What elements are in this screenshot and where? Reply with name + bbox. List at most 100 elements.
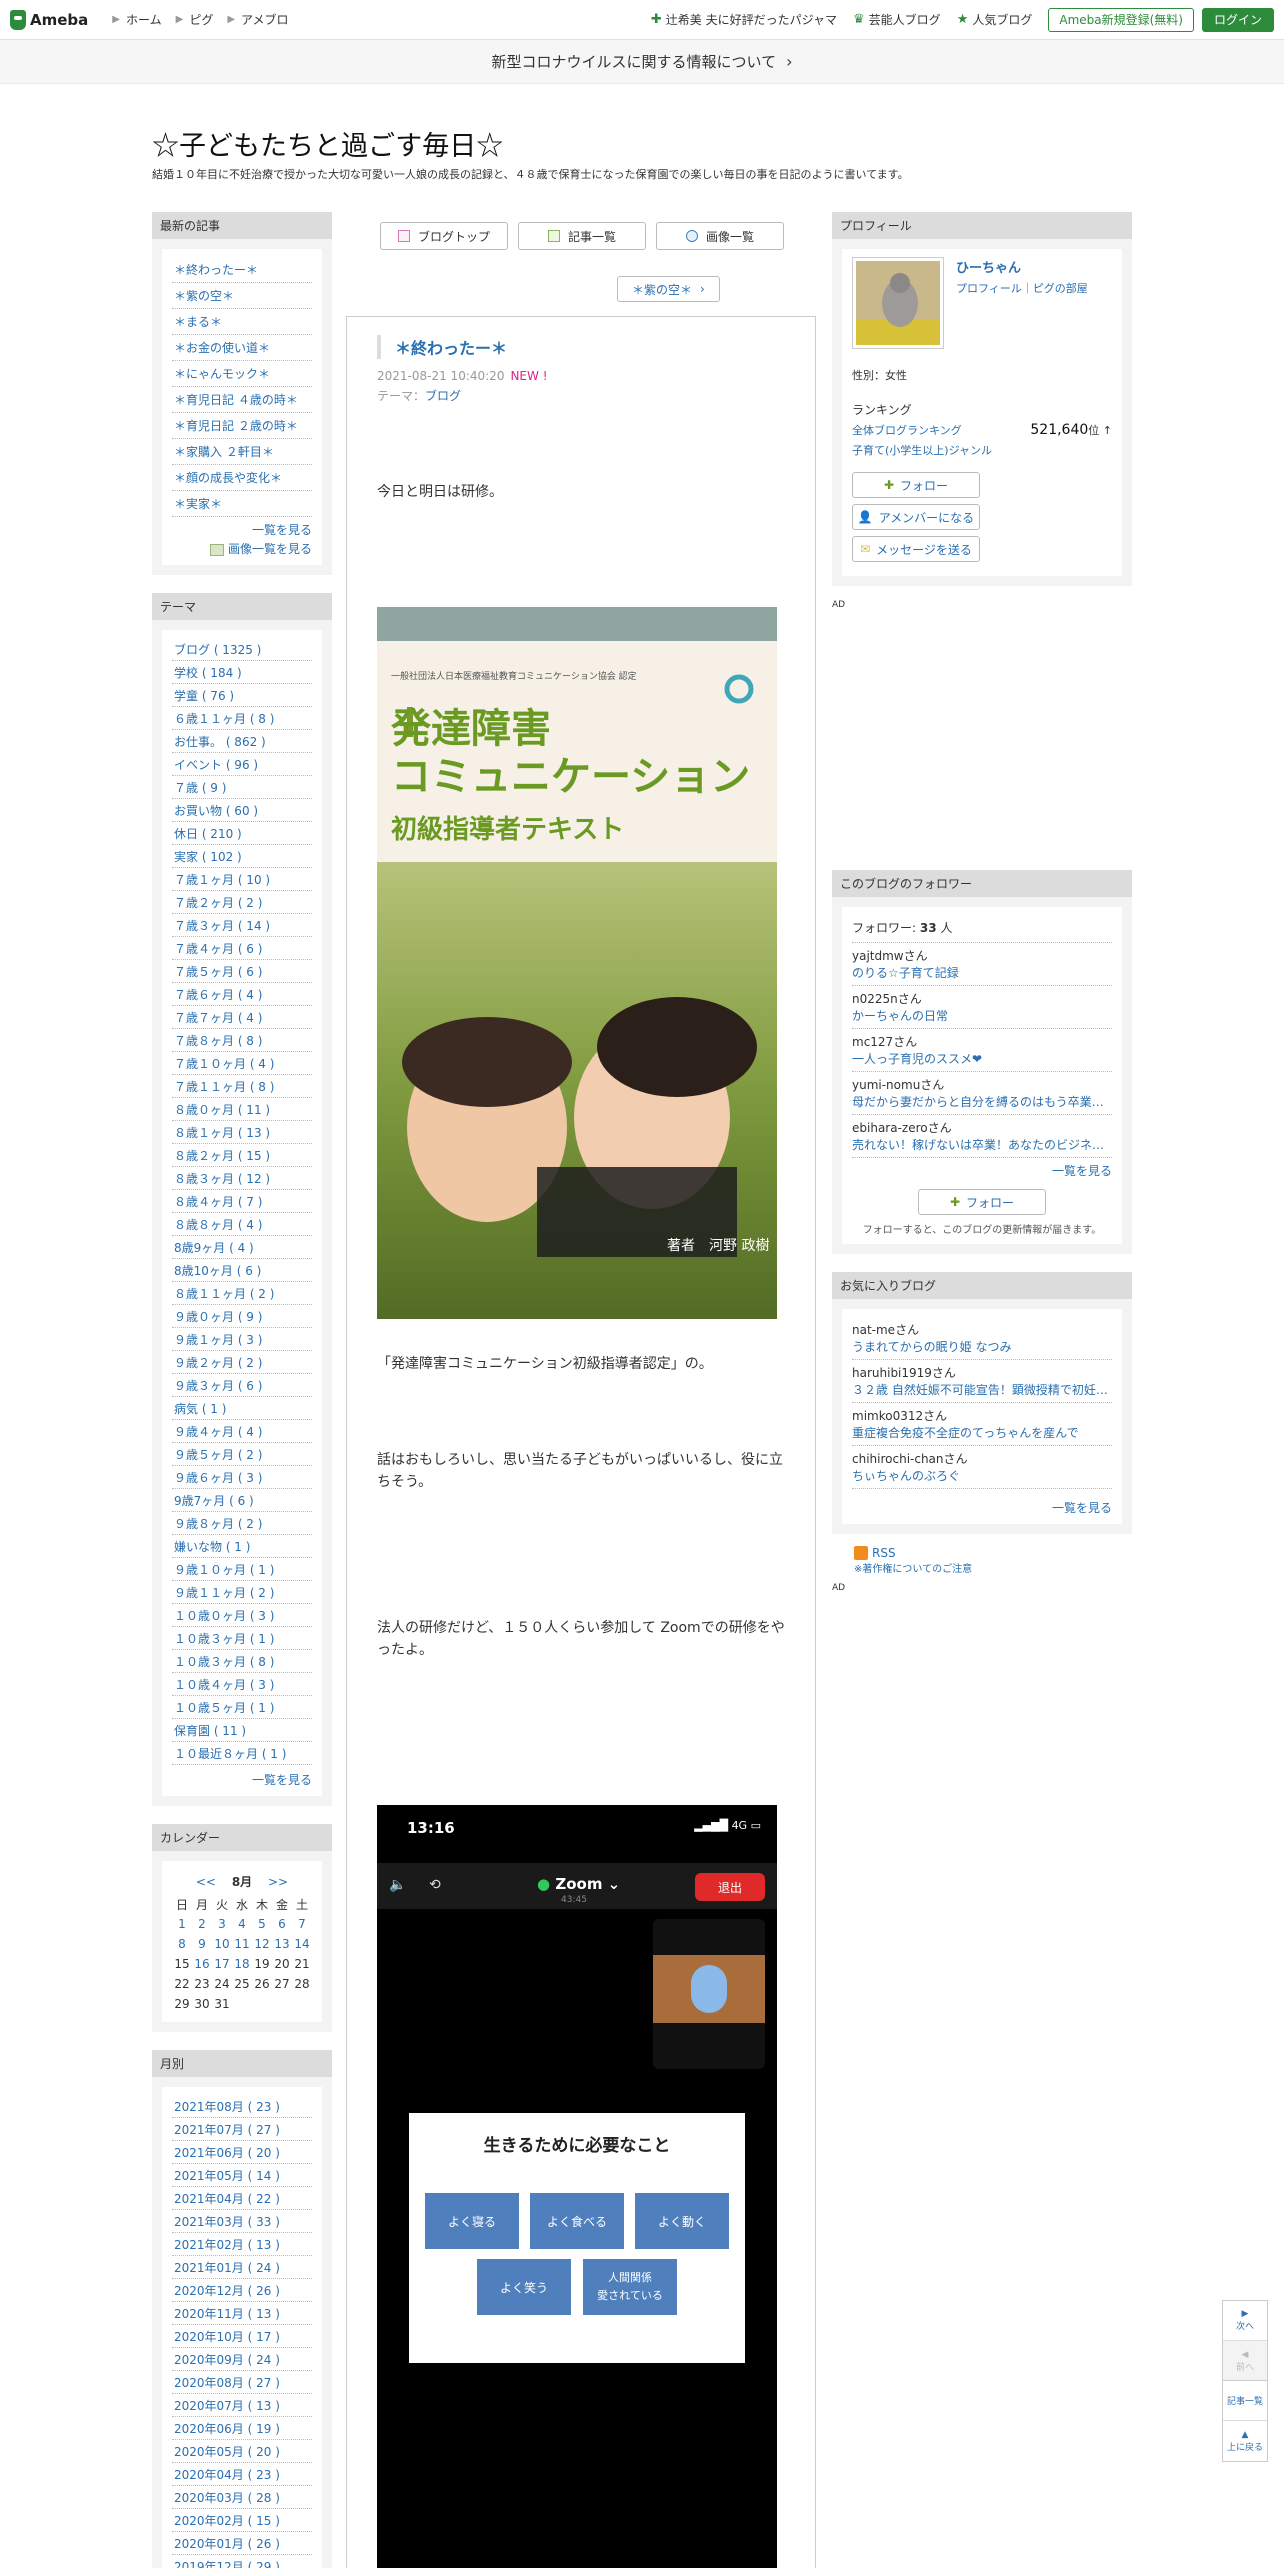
monthly-item[interactable]: 2021年07月 ( 27 ) — [172, 2118, 312, 2141]
theme-item-link[interactable]: ７歳５ヶ月 ( 6 ) — [174, 965, 262, 979]
theme-item[interactable]: ７歳８ヶ月 ( 8 ) — [172, 1029, 312, 1052]
monthly-item[interactable]: 2020年04月 ( 23 ) — [172, 2463, 312, 2486]
monthly-item[interactable]: 2020年05月 ( 20 ) — [172, 2440, 312, 2463]
theme-item[interactable]: １０歳０ヶ月 ( 3 ) — [172, 1604, 312, 1627]
recent-article-item[interactable]: ＊まる＊ — [172, 309, 312, 335]
theme-item[interactable]: ９歳１ヶ月 ( 3 ) — [172, 1328, 312, 1351]
article-title[interactable]: ＊終わったー＊ — [377, 335, 507, 359]
theme-item-link[interactable]: ９歳１０ヶ月 ( 1 ) — [174, 1563, 274, 1577]
nav-home[interactable]: ▶ ホーム — [112, 11, 161, 28]
message-button[interactable]: ✉ メッセージを送る — [852, 536, 980, 562]
theme-item-link[interactable]: イベント ( 96 ) — [174, 758, 258, 772]
calendar-day[interactable]: 18 — [232, 1954, 252, 1974]
theme-item-link[interactable]: ８歳３ヶ月 ( 12 ) — [174, 1172, 270, 1186]
calendar-day[interactable]: 11 — [232, 1934, 252, 1954]
recent-more-link[interactable]: 一覧を見る — [252, 523, 312, 537]
monthly-item[interactable]: 2021年01月 ( 24 ) — [172, 2256, 312, 2279]
monthly-item[interactable]: 2020年08月 ( 27 ) — [172, 2371, 312, 2394]
monthly-item-link[interactable]: 2021年01月 ( 24 ) — [174, 2261, 280, 2275]
monthly-item-link[interactable]: 2021年04月 ( 22 ) — [174, 2192, 280, 2206]
header-link-popular[interactable]: ★ 人気ブログ — [957, 11, 1033, 28]
rss-link[interactable]: RSS — [854, 1546, 1132, 1560]
theme-item-link[interactable]: ７歳１ヶ月 ( 10 ) — [174, 873, 270, 887]
theme-item-link[interactable]: 9歳7ヶ月 ( 6 ) — [174, 1494, 254, 1508]
theme-item-link[interactable]: ８歳８ヶ月 ( 4 ) — [174, 1218, 262, 1232]
monthly-item-link[interactable]: 2020年07月 ( 13 ) — [174, 2399, 280, 2413]
monthly-item-link[interactable]: 2021年05月 ( 14 ) — [174, 2169, 280, 2183]
covid-notice-link[interactable]: 新型コロナウイルスに関する情報について › — [0, 40, 1284, 84]
calendar-day[interactable]: 2 — [192, 1914, 212, 1934]
theme-item-link[interactable]: ７歳１０ヶ月 ( 4 ) — [174, 1057, 274, 1071]
theme-item-link[interactable]: ７歳７ヶ月 ( 4 ) — [174, 1011, 262, 1025]
theme-item-link[interactable]: ８歳２ヶ月 ( 15 ) — [174, 1149, 270, 1163]
recent-article-item[interactable]: ＊育児日記 ４歳の時＊ — [172, 387, 312, 413]
recent-article-item[interactable]: ＊顔の成長や変化＊ — [172, 465, 312, 491]
theme-item[interactable]: 学校 ( 184 ) — [172, 661, 312, 684]
theme-item-link[interactable]: ９歳３ヶ月 ( 6 ) — [174, 1379, 262, 1393]
theme-item-link[interactable]: ９歳４ヶ月 ( 4 ) — [174, 1425, 262, 1439]
monthly-item[interactable]: 2020年07月 ( 13 ) — [172, 2394, 312, 2417]
recent-article-item[interactable]: ＊終わったー＊ — [172, 257, 312, 283]
header-link-pajama[interactable]: ✚ 辻希美 夫に好評だったパジャマ — [651, 11, 837, 28]
recent-article-item-link[interactable]: ＊終わったー＊ — [174, 263, 258, 277]
favorite-item-blog-link[interactable]: 重症複合免疫不全症のてっちゃんを産んで — [852, 1424, 1112, 1441]
prev-button[interactable]: ◀ 前へ — [1223, 2341, 1267, 2381]
monthly-item[interactable]: 2021年04月 ( 22 ) — [172, 2187, 312, 2210]
theme-item[interactable]: ８歳４ヶ月 ( 7 ) — [172, 1190, 312, 1213]
theme-item-link[interactable]: 嫌いな物 ( 1 ) — [174, 1540, 250, 1554]
theme-item[interactable]: ８歳８ヶ月 ( 4 ) — [172, 1213, 312, 1236]
calendar-day[interactable]: 1 — [172, 1914, 192, 1934]
calendar-next[interactable]: >> — [268, 1875, 288, 1889]
theme-item-link[interactable]: １０最近８ヶ月 ( 1 ) — [174, 1747, 286, 1761]
calendar-day[interactable]: 3 — [212, 1914, 232, 1934]
theme-item-link[interactable]: 実家 ( 102 ) — [174, 850, 242, 864]
monthly-item-link[interactable]: 2020年06月 ( 19 ) — [174, 2422, 280, 2436]
monthly-item[interactable]: 2021年08月 ( 23 ) — [172, 2095, 312, 2118]
back-to-top-button[interactable]: ▲ 上に戻る — [1223, 2421, 1267, 2461]
theme-item[interactable]: １０歳５ヶ月 ( 1 ) — [172, 1696, 312, 1719]
calendar-day[interactable]: 14 — [292, 1934, 312, 1954]
theme-item-link[interactable]: １０歳０ヶ月 ( 3 ) — [174, 1609, 274, 1623]
theme-item-link[interactable]: ９歳２ヶ月 ( 2 ) — [174, 1356, 262, 1370]
theme-more-link[interactable]: 一覧を見る — [252, 1773, 312, 1787]
theme-item-link[interactable]: ７歳１１ヶ月 ( 8 ) — [174, 1080, 274, 1094]
monthly-item-link[interactable]: 2020年12月 ( 26 ) — [174, 2284, 280, 2298]
monthly-item[interactable]: 2021年02月 ( 13 ) — [172, 2233, 312, 2256]
monthly-item[interactable]: 2020年06月 ( 19 ) — [172, 2417, 312, 2440]
theme-item-link[interactable]: ９歳１１ヶ月 ( 2 ) — [174, 1586, 274, 1600]
calendar-day[interactable]: 9 — [192, 1934, 212, 1954]
theme-item[interactable]: ７歳４ヶ月 ( 6 ) — [172, 937, 312, 960]
recent-article-item[interactable]: ＊実家＊ — [172, 491, 312, 517]
theme-item-link[interactable]: １０歳４ヶ月 ( 3 ) — [174, 1678, 274, 1692]
theme-item-link[interactable]: ７歳４ヶ月 ( 6 ) — [174, 942, 262, 956]
theme-item[interactable]: イベント ( 96 ) — [172, 753, 312, 776]
monthly-item-link[interactable]: 2020年11月 ( 13 ) — [174, 2307, 280, 2321]
theme-item-link[interactable]: ７歳 ( 9 ) — [174, 781, 226, 795]
theme-item[interactable]: ７歳５ヶ月 ( 6 ) — [172, 960, 312, 983]
theme-item[interactable]: ９歳４ヶ月 ( 4 ) — [172, 1420, 312, 1443]
theme-item[interactable]: ８歳１１ヶ月 ( 2 ) — [172, 1282, 312, 1305]
monthly-item[interactable]: 2020年10月 ( 17 ) — [172, 2325, 312, 2348]
theme-item-link[interactable]: ９歳１ヶ月 ( 3 ) — [174, 1333, 262, 1347]
monthly-item[interactable]: 2020年09月 ( 24 ) — [172, 2348, 312, 2371]
theme-item[interactable]: ブログ ( 1325 ) — [172, 638, 312, 661]
theme-item-link[interactable]: ９歳５ヶ月 ( 2 ) — [174, 1448, 262, 1462]
recent-article-item-link[interactable]: ＊まる＊ — [174, 315, 222, 329]
zoom-leave-button[interactable]: 退出 — [695, 1873, 765, 1901]
monthly-item[interactable]: 2020年01月 ( 26 ) — [172, 2532, 312, 2555]
theme-item[interactable]: ９歳８ヶ月 ( 2 ) — [172, 1512, 312, 1535]
overall-ranking-link[interactable]: 全体ブログランキング — [852, 422, 962, 438]
recent-article-item-link[interactable]: ＊育児日記 ２歳の時＊ — [174, 419, 298, 433]
next-button[interactable]: ▶ 次へ — [1223, 2301, 1267, 2341]
theme-item[interactable]: １０歳３ヶ月 ( 8 ) — [172, 1650, 312, 1673]
calendar-day[interactable]: 5 — [252, 1914, 272, 1934]
theme-item[interactable]: 嫌いな物 ( 1 ) — [172, 1535, 312, 1558]
calendar-day[interactable]: 12 — [252, 1934, 272, 1954]
theme-item[interactable]: ９歳６ヶ月 ( 3 ) — [172, 1466, 312, 1489]
theme-item-link[interactable]: お仕事。 ( 862 ) — [174, 735, 266, 749]
theme-item-link[interactable]: 学校 ( 184 ) — [174, 666, 242, 680]
theme-item[interactable]: １０最近８ヶ月 ( 1 ) — [172, 1742, 312, 1765]
theme-item-link[interactable]: お買い物 ( 60 ) — [174, 804, 258, 818]
calendar-day[interactable]: 7 — [292, 1914, 312, 1934]
theme-item-link[interactable]: ７歳２ヶ月 ( 2 ) — [174, 896, 262, 910]
